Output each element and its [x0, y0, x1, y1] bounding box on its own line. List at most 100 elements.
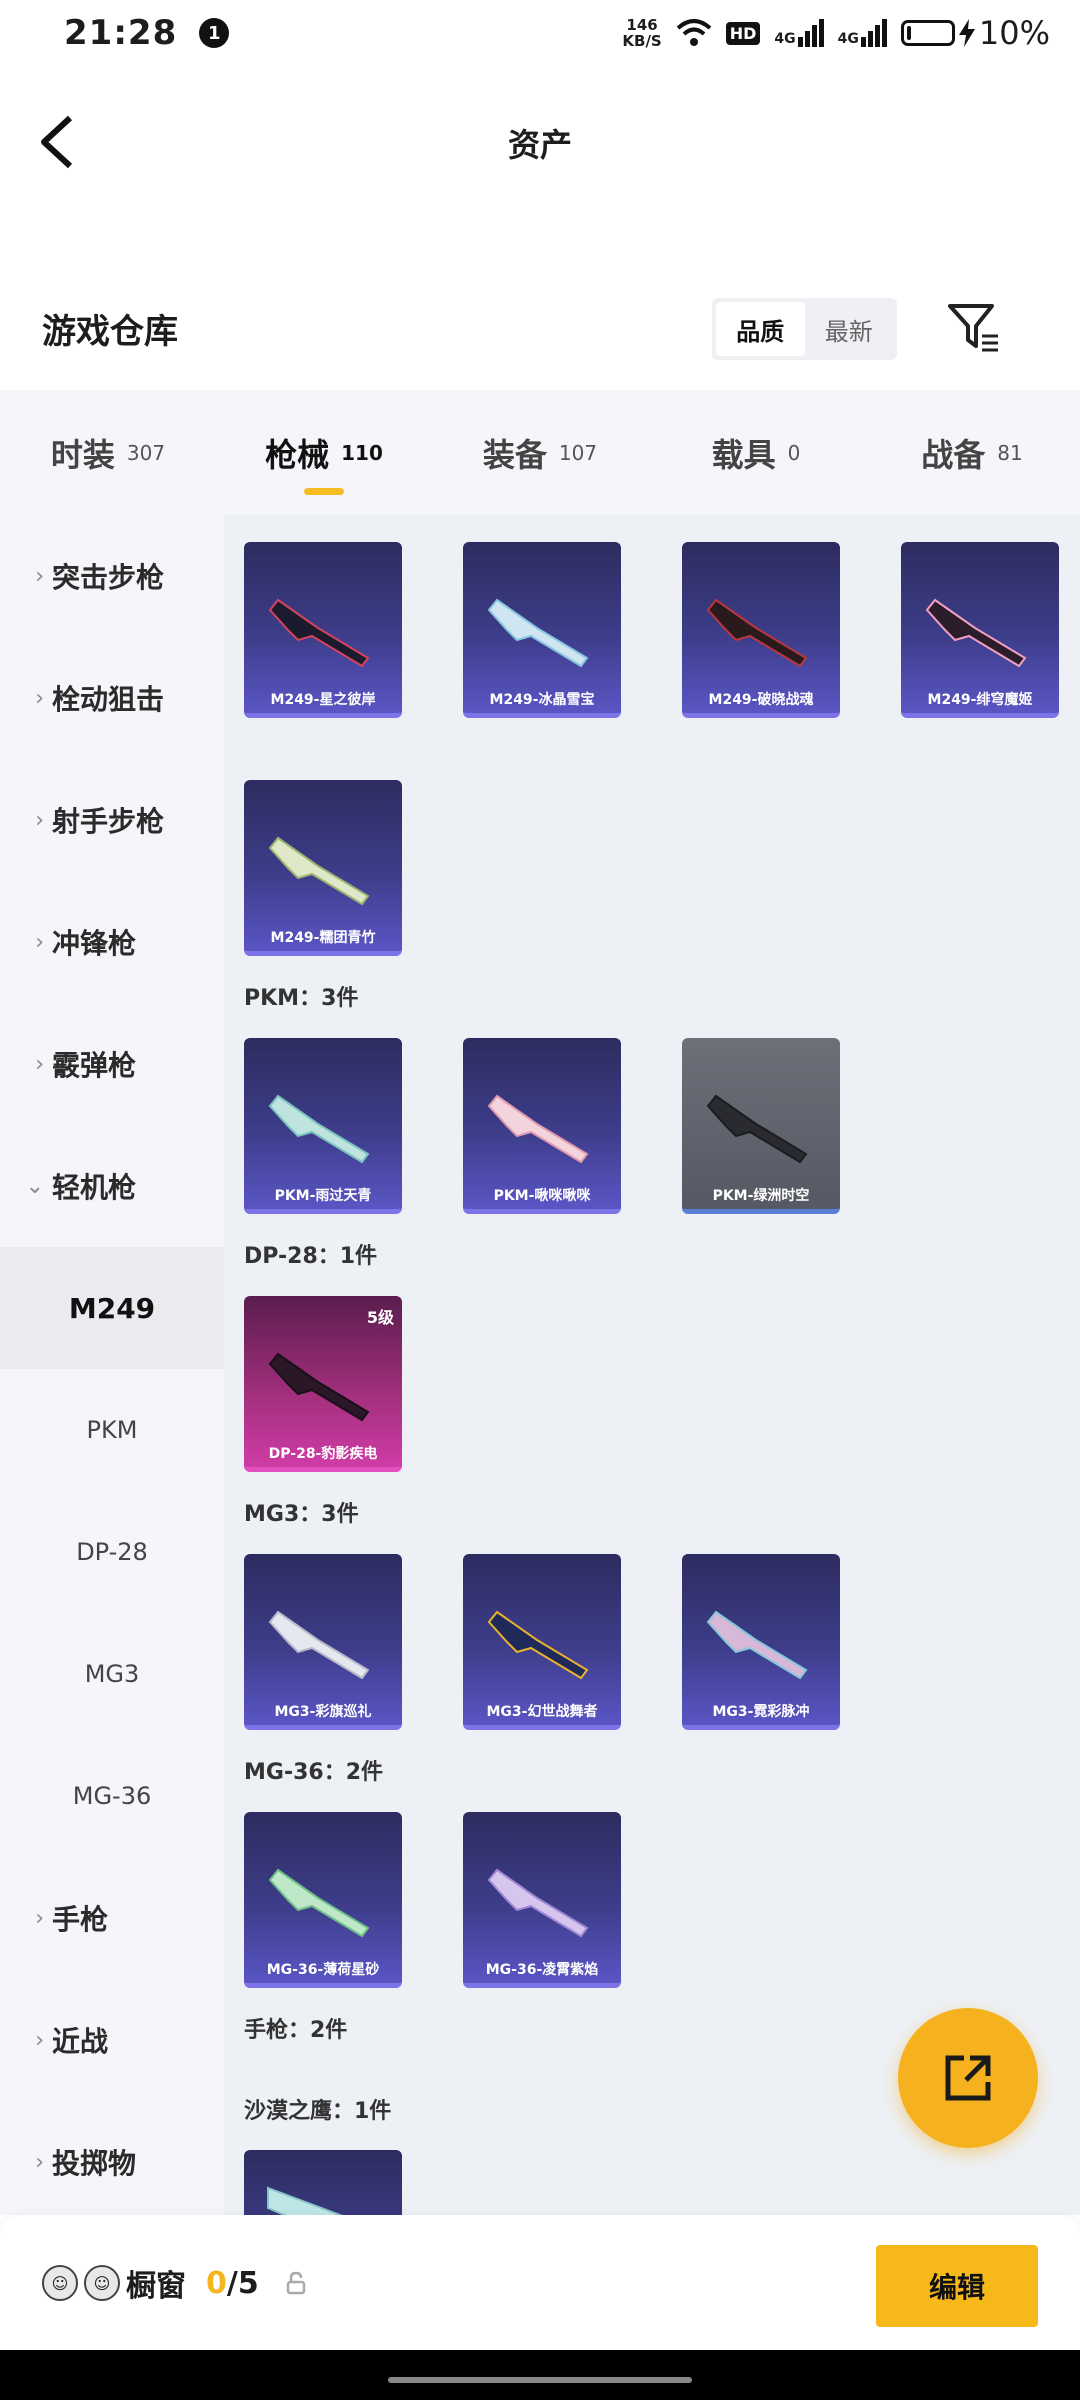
status-icons: 146 KB/S HD 4G 4G 10% [622, 14, 1050, 52]
sidebar-item-label: 栓动狙击 [52, 683, 165, 716]
item-card[interactable]: MG3-彩旗巡礼 [244, 1554, 402, 1730]
sidebar-item-assault-rifle[interactable]: › 突击步枪 [0, 515, 224, 637]
group-header-dp28: DP-28：1件 [244, 1244, 378, 1269]
active-tab-indicator [304, 488, 344, 495]
sidebar-subitem-mg36[interactable]: MG-36 [0, 1735, 224, 1857]
sidebar-subitem-pkm[interactable]: PKM [0, 1369, 224, 1491]
item-card[interactable]: PKM-雨过天青 [244, 1038, 402, 1214]
item-card[interactable]: MG3-幻世战舞者 [463, 1554, 621, 1730]
item-card[interactable]: 5级 DP-28-豹影疾电 [244, 1296, 402, 1472]
page-title: 资产 [507, 126, 572, 164]
net-speed-value: 146 [626, 16, 658, 34]
chevron-right-icon: › [35, 2027, 44, 2053]
weapon-image [268, 836, 370, 906]
tab-count: 110 [341, 440, 383, 465]
bottom-bar: ☺ ☺ 橱窗 0/5 编辑 [0, 2215, 1080, 2350]
sort-quality-button[interactable]: 品质 [716, 302, 805, 356]
item-card[interactable]: M249-破晓战魂 [682, 542, 840, 718]
category-tabs: 时装 307 枪械 110 装备 107 载具 0 战备 81 [0, 390, 1080, 515]
sort-toggle: 品质 最新 [712, 298, 897, 360]
weapon-image [268, 598, 370, 668]
battery-icon: 10% [900, 14, 1050, 52]
tab-fashion[interactable]: 时装 307 [0, 390, 216, 515]
item-card[interactable]: M249-糯团青竹 [244, 780, 402, 956]
warehouse-title: 游戏仓库 [42, 312, 178, 352]
weapon-image [268, 1610, 370, 1680]
weapon-image [267, 2186, 343, 2215]
item-name: MG-36-凌霄紫焰 [485, 1962, 599, 1978]
chevron-right-icon: › [35, 1051, 44, 1077]
item-card[interactable]: PKM-啾咪啾咪 [463, 1038, 621, 1214]
chevron-right-icon: › [35, 685, 44, 711]
item-name: MG3-彩旗巡礼 [274, 1704, 372, 1720]
weapon-image [487, 1868, 589, 1938]
item-card[interactable]: M249-冰晶雪宝 [463, 542, 621, 718]
filter-icon[interactable] [946, 300, 1002, 356]
tab-count: 107 [558, 440, 598, 465]
item-name: M249-破晓战魂 [708, 692, 814, 708]
weapon-image [487, 1094, 589, 1164]
weapon-image [706, 1610, 808, 1680]
edit-button[interactable]: 编辑 [876, 2245, 1038, 2327]
item-grid: M249-星之彼岸 M249-冰晶雪宝 M249-破晓战魂 M249-绯穹魔姬 … [224, 515, 1080, 2215]
tab-firearms[interactable]: 枪械 110 [216, 390, 432, 515]
charging-icon [958, 19, 975, 47]
item-name: MG-36-薄荷星砂 [266, 1962, 380, 1978]
home-indicator[interactable] [388, 2377, 692, 2383]
signal-icon-2: 4G [838, 19, 887, 47]
wifi-icon [676, 19, 712, 46]
item-card[interactable]: MG3-霓彩脉冲 [682, 1554, 840, 1730]
sidebar-item-smg[interactable]: › 冲锋枪 [0, 881, 224, 1003]
page-header: 资产 [0, 86, 1080, 196]
tab-equipment[interactable]: 装备 107 [432, 390, 648, 515]
sidebar-item-shotgun[interactable]: › 霰弹枪 [0, 1003, 224, 1125]
weapon-image [268, 1868, 370, 1938]
hd-icon: HD [725, 21, 761, 45]
chevron-right-icon: › [35, 2149, 44, 2175]
sidebar-item-label: 霰弹枪 [52, 1049, 137, 1082]
tab-label: 载具 [711, 435, 776, 474]
system-nav-bar [0, 2350, 1080, 2400]
tab-label: 时装 [50, 435, 115, 474]
item-card[interactable]: PKM-绿洲时空 [682, 1038, 840, 1214]
item-name: DP-28-豹影疾电 [268, 1446, 378, 1462]
weapon-image [487, 1610, 589, 1680]
sidebar-item-throwable[interactable]: › 投掷物 [0, 2101, 224, 2223]
item-card[interactable] [244, 2150, 402, 2215]
tab-vehicles[interactable]: 载具 0 [648, 390, 864, 515]
showcase-info[interactable]: ☺ ☺ 橱窗 0/5 [42, 2261, 307, 2305]
sidebar-item-label: 冲锋枪 [52, 927, 137, 960]
category-sidebar: › 突击步枪 › 栓动狙击 › 射手步枪 › 冲锋枪 › 霰弹枪 ⌄ 轻机枪 M249 PK… [0, 515, 224, 2215]
sidebar-item-marksman-rifle[interactable]: › 射手步枪 [0, 759, 224, 881]
sort-newest-button[interactable]: 最新 [805, 302, 894, 356]
item-card[interactable]: M249-星之彼岸 [244, 542, 402, 718]
signal-label-2: 4G [837, 31, 859, 47]
sidebar-item-pistol[interactable]: › 手枪 [0, 1857, 224, 1979]
tab-count: 307 [126, 440, 166, 465]
avatar-icon: ☺ [84, 2265, 120, 2301]
item-card[interactable]: M249-绯穹魔姬 [901, 542, 1059, 718]
item-name: M249-星之彼岸 [270, 692, 376, 708]
item-card[interactable]: MG-36-凌霄紫焰 [463, 1812, 621, 1988]
group-header-deagle: 沙漠之鹰：1件 [244, 2099, 392, 2124]
clock: 21:28 [64, 13, 178, 53]
chevron-down-icon: ⌄ [25, 1173, 44, 1199]
tab-count: 0 [787, 440, 801, 465]
battery-fill [906, 26, 911, 40]
sidebar-item-melee[interactable]: › 近战 [0, 1979, 224, 2101]
item-name: M249-绯穹魔姬 [927, 692, 1033, 708]
showcase-label: 橱窗 [126, 2269, 186, 2304]
sidebar-subitem-m249[interactable]: M249 [0, 1247, 224, 1369]
item-name: M249-冰晶雪宝 [489, 692, 595, 708]
sidebar-item-lmg[interactable]: ⌄ 轻机枪 [0, 1125, 224, 1247]
avatar-icon: ☺ [42, 2265, 78, 2301]
weapon-image [487, 598, 589, 668]
tab-label: 战备 [921, 435, 986, 474]
tab-supplies[interactable]: 战备 81 [864, 390, 1080, 515]
export-button[interactable] [898, 2008, 1038, 2148]
sidebar-item-bolt-sniper[interactable]: › 栓动狙击 [0, 637, 224, 759]
sidebar-subitem-mg3[interactable]: MG3 [0, 1613, 224, 1735]
sidebar-subitem-dp28[interactable]: DP-28 [0, 1491, 224, 1613]
net-speed: 146 KB/S [622, 17, 661, 49]
item-card[interactable]: MG-36-薄荷星砂 [244, 1812, 402, 1988]
